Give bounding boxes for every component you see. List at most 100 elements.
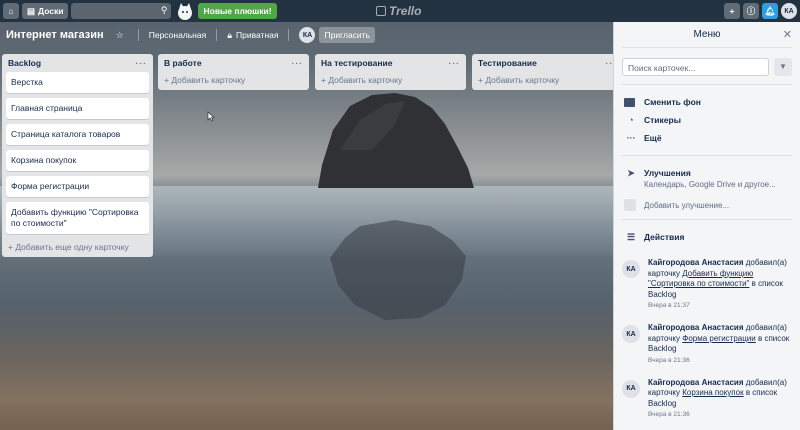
list-menu-icon[interactable]: ··· [292, 58, 304, 68]
activity-time[interactable]: Вчера в 21:36 [648, 357, 792, 364]
list-in-progress: В работе ··· + Добавить карточку [158, 54, 309, 90]
stickers-item[interactable]: ◔ Стикеры [624, 111, 792, 129]
search-icon: ⚲ [160, 5, 168, 15]
avatar[interactable]: КА [622, 325, 640, 343]
board-title[interactable]: Интернет магазин [6, 29, 104, 41]
visibility-button[interactable]: 🔒︎ Приватная [227, 30, 278, 41]
list-header[interactable]: На тестирование ··· [319, 54, 462, 72]
list-header[interactable]: В работе ··· [162, 54, 305, 72]
activity-time[interactable]: Вчера в 21:37 [648, 302, 792, 309]
avatar[interactable]: КА [622, 379, 640, 398]
list-to-testing: На тестирование ··· + Добавить карточку [315, 54, 466, 90]
menu-header: Меню ✕ [622, 22, 792, 48]
list-header[interactable]: Тестирование ··· [476, 54, 619, 72]
card[interactable]: Страница каталога товаров [6, 124, 149, 145]
more-label: Ещё [644, 133, 662, 143]
activity-header: ☰ Действия [624, 228, 792, 246]
visibility-label: Приватная [236, 30, 279, 40]
filter-icon: ▼ [779, 62, 787, 71]
trello-logo-text: Trello [389, 4, 422, 18]
avatar[interactable]: КА [622, 260, 640, 278]
list-testing: Тестирование ··· + Добавить карточку [472, 54, 623, 90]
powerups-title: Улучшения [644, 168, 691, 178]
top-bar: ⌂ ▤ Доски ⚲ Новые плюшки! Trello + ⓘ 🔔︎ … [0, 0, 800, 22]
activity-title: Действия [644, 232, 685, 242]
user-avatar[interactable]: КА [781, 3, 797, 19]
board-menu-panel: Меню ✕ Поиск карточек... ▼ Сменить фон ◔… [613, 22, 800, 430]
activity-time[interactable]: Вчера в 21:36 [648, 411, 792, 418]
activity-item: КА Кайгородова Анастасия добавил(а) карт… [622, 323, 792, 364]
powerup-placeholder-icon [624, 199, 636, 211]
activity-text: Кайгородова Анастасия добавил(а) карточк… [648, 323, 792, 355]
home-icon: ⌂ [8, 6, 14, 16]
activity-user[interactable]: Кайгородова Анастасия [648, 323, 744, 332]
info-icon: ⓘ [746, 6, 756, 16]
info-button[interactable]: ⓘ [743, 3, 759, 19]
trello-logo-icon [376, 6, 386, 16]
activity-text: Кайгородова Анастасия добавил(а) карточк… [648, 378, 792, 410]
activity-item: КА Кайгородова Анастасия добавил(а) карт… [622, 258, 792, 309]
divider [216, 29, 218, 41]
divider [288, 29, 290, 41]
team-button[interactable]: Персональная [149, 30, 206, 40]
card[interactable]: Форма регистрации [6, 176, 149, 197]
activity-text: Кайгородова Анастасия добавил(а) карточк… [648, 258, 792, 300]
card-search-input[interactable]: Поиск карточек... [622, 58, 769, 76]
notifications-button[interactable]: 🔔︎ [762, 3, 778, 19]
list-title[interactable]: Тестирование [478, 58, 537, 68]
add-powerup-label: Добавить улучшение... [644, 200, 730, 210]
trello-logo[interactable]: Trello [376, 4, 421, 18]
plus-icon: + [729, 6, 735, 16]
card[interactable]: Корзина покупок [6, 150, 149, 171]
sticker-icon: ◔ [628, 115, 634, 125]
add-card-button[interactable]: + Добавить карточку [476, 72, 619, 86]
invite-button[interactable]: Пригласить [319, 27, 375, 43]
activity-user[interactable]: Кайгородова Анастасия [648, 258, 744, 267]
list-title[interactable]: В работе [164, 58, 202, 68]
activity-item: КА Кайгородова Анастасия добавил(а) карт… [622, 378, 792, 418]
powerups-description: Календарь, Google Drive и другое... [644, 180, 776, 189]
lock-icon: 🔒︎ [227, 29, 233, 40]
list-title[interactable]: На тестирование [321, 58, 392, 68]
filter-button[interactable]: ▼ [774, 58, 792, 76]
bell-icon: 🔔︎ [764, 5, 776, 16]
list-title[interactable]: Backlog [8, 58, 41, 68]
rocket-icon: ➤ [627, 167, 635, 178]
add-powerup-item[interactable]: Добавить улучшение... [624, 199, 792, 211]
card[interactable]: Главная страница [6, 98, 149, 119]
activity-card-link[interactable]: Форма регистрации [682, 334, 756, 343]
list-header[interactable]: Backlog ··· [6, 54, 149, 72]
header-search-input[interactable]: ⚲ [71, 3, 172, 19]
divider [137, 29, 139, 41]
star-button[interactable]: ☆ [116, 30, 128, 41]
list-menu-icon[interactable]: ··· [449, 58, 461, 68]
divider [622, 155, 792, 156]
boards-icon: ▤ [27, 5, 36, 16]
activity-icon: ☰ [626, 231, 636, 242]
card-search: Поиск карточек... ▼ [622, 58, 792, 76]
change-background-item[interactable]: Сменить фон [624, 93, 792, 111]
new-features-button[interactable]: Новые плюшки! [198, 3, 277, 19]
add-card-button[interactable]: + Добавить карточку [319, 72, 462, 86]
card[interactable]: Верстка [6, 72, 149, 93]
list-backlog: Backlog ··· Верстка Главная страница Стр… [2, 54, 153, 257]
more-icon: ··· [626, 133, 636, 143]
board-member-avatar[interactable]: КА [299, 27, 316, 43]
card[interactable]: Добавить функцию "Сортировка по стоимост… [6, 202, 149, 234]
close-icon[interactable]: ✕ [783, 28, 792, 41]
more-item[interactable]: ··· Ещё [624, 129, 792, 147]
create-button[interactable]: + [724, 3, 740, 19]
list-menu-icon[interactable]: ··· [136, 58, 148, 68]
stickers-label: Стикеры [644, 115, 681, 125]
boards-button[interactable]: ▤ Доски [22, 3, 69, 19]
activity-user[interactable]: Кайгородова Анастасия [648, 378, 744, 387]
image-icon [624, 97, 635, 107]
divider [622, 84, 792, 85]
activity-card-link[interactable]: Корзина покупок [682, 388, 743, 397]
add-card-button[interactable]: + Добавить еще одну карточку [6, 239, 149, 253]
taco-mascot-icon[interactable] [175, 1, 195, 21]
mouse-cursor-icon [207, 111, 215, 122]
divider [622, 219, 792, 220]
home-button[interactable]: ⌂ [3, 3, 19, 19]
add-card-button[interactable]: + Добавить карточку [162, 72, 305, 86]
